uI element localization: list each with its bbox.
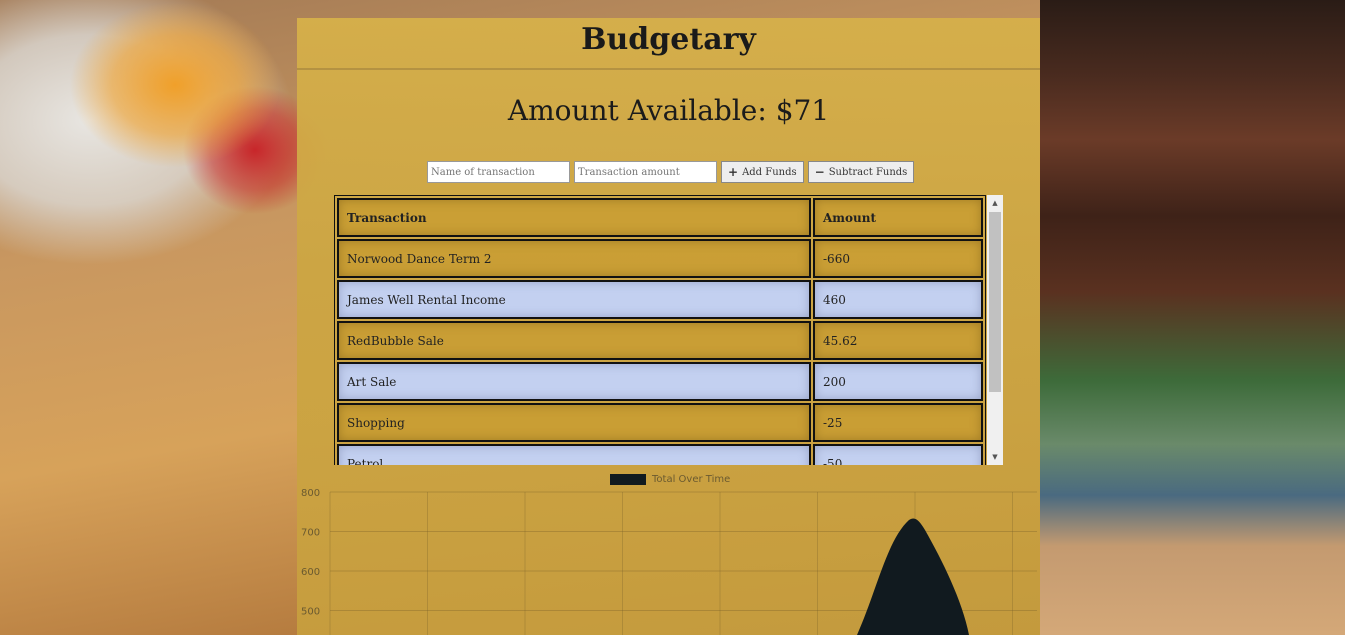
- transaction-name-cell: James Well Rental Income: [337, 280, 811, 319]
- transaction-name-cell: Shopping: [337, 403, 811, 442]
- transaction-amount-cell: 45.62: [813, 321, 983, 360]
- table-row: Art Sale 200: [337, 362, 983, 401]
- subtract-funds-button[interactable]: − Subtract Funds: [807, 161, 915, 183]
- total-over-time-chart: Total Over Time 800 700 600 500: [297, 470, 1040, 635]
- transaction-amount-cell: -660: [813, 239, 983, 278]
- add-funds-label: Add Funds: [742, 166, 797, 178]
- header: Budgetary: [297, 18, 1040, 70]
- table-scrollbar[interactable]: ▲ ▼: [987, 195, 1003, 465]
- scroll-down-arrow-icon[interactable]: ▼: [987, 449, 1003, 465]
- table-row: RedBubble Sale 45.62: [337, 321, 983, 360]
- table-row: Norwood Dance Term 2 -660: [337, 239, 983, 278]
- app-title: Budgetary: [581, 22, 756, 57]
- transactions-table-container[interactable]: Transaction Amount Norwood Dance Term 2 …: [334, 195, 1003, 465]
- transaction-amount-cell: -50: [813, 444, 983, 465]
- main-panel: Budgetary Amount Available: $71 + Add Fu…: [297, 18, 1040, 635]
- table-row: James Well Rental Income 460: [337, 280, 983, 319]
- column-header-transaction: Transaction: [337, 198, 811, 237]
- table-row: Shopping -25: [337, 403, 983, 442]
- transaction-name-cell: Art Sale: [337, 362, 811, 401]
- transaction-name-cell: Petrol: [337, 444, 811, 465]
- chart-legend: Total Over Time: [610, 474, 730, 485]
- transaction-amount-input[interactable]: [574, 161, 717, 183]
- transaction-form: + Add Funds − Subtract Funds: [427, 161, 915, 183]
- table-row: Petrol -50: [337, 444, 983, 465]
- table-header-row: Transaction Amount: [337, 198, 983, 237]
- add-funds-button[interactable]: + Add Funds: [721, 161, 804, 183]
- scrollbar-thumb[interactable]: [989, 212, 1001, 392]
- legend-swatch: [610, 474, 646, 485]
- transaction-name-input[interactable]: [427, 161, 570, 183]
- transaction-amount-cell: -25: [813, 403, 983, 442]
- transactions-table: Transaction Amount Norwood Dance Term 2 …: [334, 195, 986, 465]
- column-header-amount: Amount: [813, 198, 983, 237]
- amount-available: Amount Available: $71: [507, 94, 830, 127]
- plus-icon: +: [728, 165, 739, 179]
- chart-area-series: [857, 518, 969, 635]
- transaction-name-cell: Norwood Dance Term 2: [337, 239, 811, 278]
- scroll-up-arrow-icon[interactable]: ▲: [987, 195, 1003, 211]
- subtract-funds-label: Subtract Funds: [828, 166, 908, 178]
- transaction-amount-cell: 460: [813, 280, 983, 319]
- chart-plot: 800 700 600 500: [301, 488, 1037, 635]
- y-tick-label: 800: [301, 488, 320, 499]
- transaction-amount-cell: 200: [813, 362, 983, 401]
- transaction-name-cell: RedBubble Sale: [337, 321, 811, 360]
- background-wallet: [1040, 0, 1345, 635]
- y-tick-label: 600: [301, 567, 320, 578]
- y-tick-label: 500: [301, 607, 320, 618]
- y-tick-label: 700: [301, 528, 320, 539]
- minus-icon: −: [814, 165, 825, 179]
- legend-label: Total Over Time: [652, 474, 731, 485]
